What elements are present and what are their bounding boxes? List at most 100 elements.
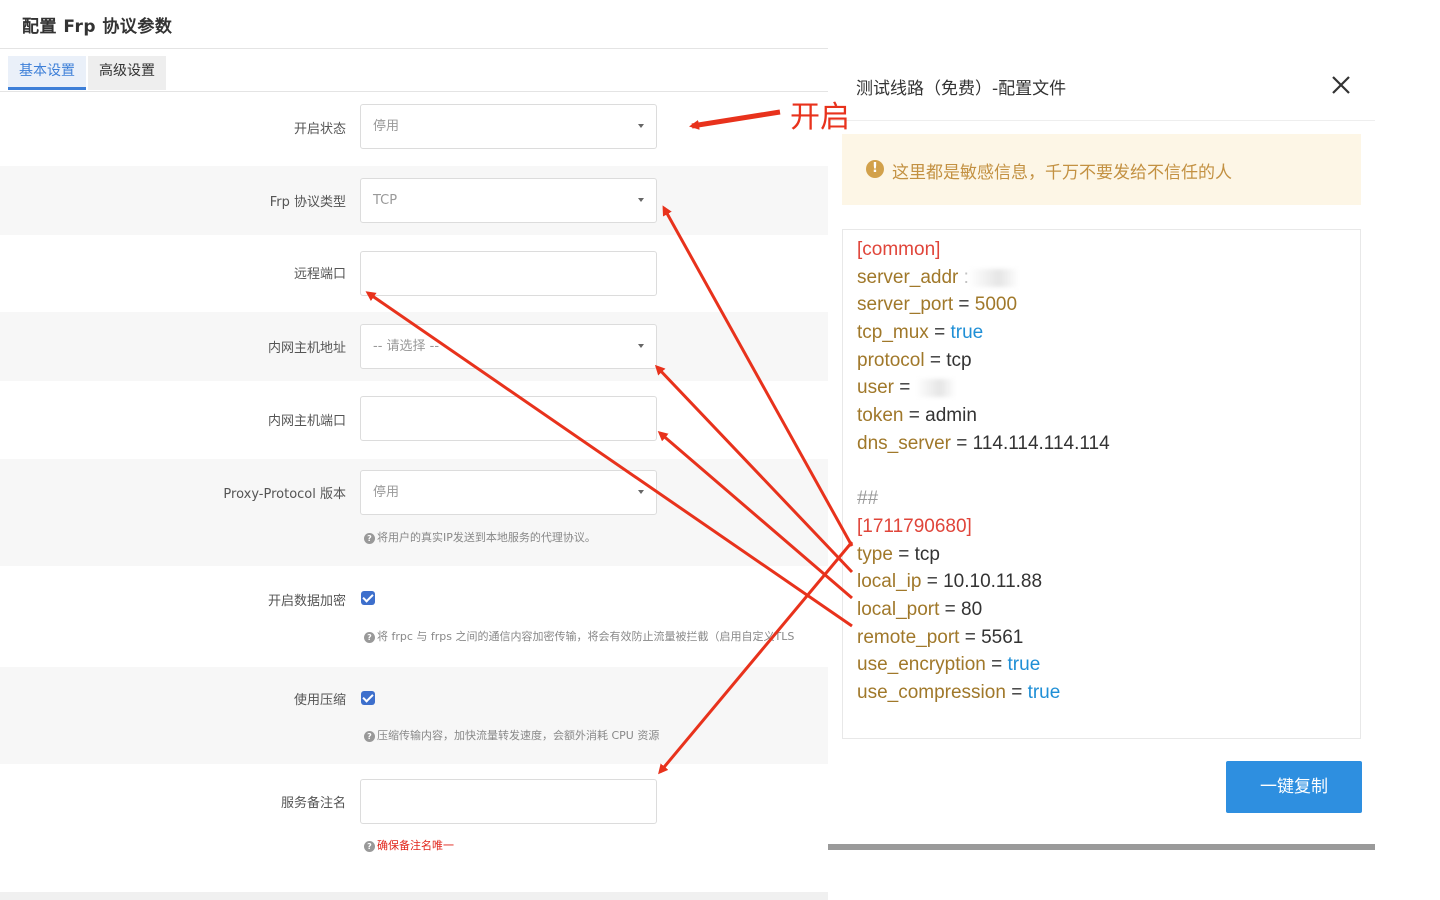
form-row-compression: 使用压缩 ? 压缩传输内容，加快流量转发速度，会额外消耗 CPU 资源	[0, 667, 828, 764]
proxy-protocol-hint: ? 将用户的真实IP发送到本地服务的代理协议。	[364, 529, 596, 545]
config-line: protocol = tcp	[857, 349, 972, 371]
form-row-local-port: 内网主机端口	[0, 381, 828, 459]
encryption-label: 开启数据加密	[267, 594, 346, 609]
config-key: tcp_mux	[857, 322, 929, 344]
config-key: token	[857, 405, 904, 427]
frp-settings-panel: 配置 Frp 协议参数 基本设置 高级设置 开启状态 停用 Frp 协议类型 T…	[0, 0, 828, 900]
question-icon: ?	[364, 841, 375, 852]
config-line: server_addr :	[857, 264, 1360, 292]
proxy-protocol-select[interactable]: 停用	[360, 470, 657, 515]
form-row-frp-type: Frp 协议类型 TCP	[0, 166, 828, 235]
tab-advanced-settings[interactable]: 高级设置	[88, 56, 166, 90]
form-row-remark: 服务备注名 ? 确保备注名唯一	[0, 764, 828, 892]
remark-hint: ? 确保备注名唯一	[364, 837, 454, 853]
config-value: admin	[925, 405, 977, 427]
compression-hint: ? 压缩传输内容，加快流量转发速度，会额外消耗 CPU 资源	[364, 727, 659, 743]
config-key: type	[857, 543, 893, 565]
config-value: true	[1007, 654, 1041, 676]
config-key: user	[857, 377, 894, 399]
local-host-select[interactable]: -- 请选择 --	[360, 324, 657, 369]
tab-basic-settings[interactable]: 基本设置	[8, 56, 86, 90]
config-line: user =	[857, 374, 1360, 402]
config-key: use_encryption	[857, 654, 986, 676]
redacted-value	[968, 268, 1019, 287]
config-value: tcp	[914, 543, 940, 565]
enable-status-select[interactable]: 停用	[360, 104, 657, 149]
config-value: 114.114.114.114	[972, 432, 1110, 454]
encryption-hint-text: 将 frpc 与 frps 之间的通信内容加密传输，将会有效防止流量被拦截（启用…	[377, 630, 795, 643]
config-section-header: [1711790680]	[857, 515, 972, 537]
annotation-label: 开启	[790, 100, 850, 135]
form-row-remote-port: 远程端口	[0, 235, 828, 312]
form-row-proxy-protocol: Proxy-Protocol 版本 停用 ? 将用户的真实IP发送到本地服务的代理…	[0, 459, 828, 566]
remark-hint-text: 确保备注名唯一	[377, 839, 454, 852]
config-key: protocol	[857, 349, 925, 371]
config-value: 5000	[974, 294, 1018, 316]
chevron-down-icon	[638, 198, 644, 202]
modal-title: 测试线路（免费）-配置文件	[856, 79, 1067, 99]
config-line: use_compression = true	[857, 682, 1061, 703]
config-section-header: [common]	[857, 239, 941, 260]
config-line: tcp_mux = true	[857, 322, 984, 344]
form-row-enable-status: 开启状态 停用	[0, 92, 828, 166]
config-code-block: [common] server_addr : server_port = 500…	[842, 229, 1361, 739]
config-value: true	[1027, 682, 1061, 703]
compression-label: 使用压缩	[293, 693, 346, 708]
frp-type-label: Frp 协议类型	[269, 195, 346, 210]
config-line: remote_port = 5561	[857, 626, 1024, 648]
config-line: token = admin	[857, 405, 977, 427]
encryption-checkbox[interactable]	[361, 591, 375, 605]
redacted-value	[915, 379, 956, 398]
config-line: dns_server = 114.114.114.114	[857, 432, 1110, 454]
remote-port-input[interactable]	[360, 251, 657, 296]
config-value: 5561	[981, 626, 1024, 648]
config-line-blank	[857, 458, 1360, 486]
compression-checkbox[interactable]	[361, 691, 375, 705]
form-row-local-host: 内网主机地址 -- 请选择 --	[0, 312, 828, 381]
config-line: ##	[857, 485, 1360, 513]
question-icon: ?	[364, 533, 375, 544]
config-file-modal: 测试线路（免费）-配置文件 ! 这里都是敏感信息，千万不要发给不信任的人 [co…	[828, 52, 1375, 850]
config-line: local_port = 80	[857, 598, 983, 620]
warning-icon: !	[866, 160, 884, 178]
config-key: server_port	[857, 294, 954, 316]
copy-config-button[interactable]: 一键复制	[1226, 761, 1362, 813]
enable-status-label: 开启状态	[293, 122, 346, 137]
close-icon[interactable]	[1328, 72, 1354, 98]
frp-type-value: TCP	[373, 193, 398, 208]
panel-bottom-border	[0, 892, 828, 900]
local-host-placeholder: -- 请选择 --	[373, 339, 440, 354]
config-value: tcp	[946, 349, 972, 371]
frp-type-select[interactable]: TCP	[360, 178, 657, 223]
local-host-label: 内网主机地址	[267, 341, 346, 356]
divider	[828, 120, 1375, 121]
config-key: local_port	[857, 598, 940, 620]
question-icon: ?	[364, 632, 375, 643]
proxy-protocol-hint-text: 将用户的真实IP发送到本地服务的代理协议。	[377, 531, 596, 544]
config-key: remote_port	[857, 626, 960, 648]
modal-bottom-border	[828, 844, 1375, 850]
local-port-input[interactable]	[360, 396, 657, 441]
remote-port-label: 远程端口	[293, 267, 346, 282]
config-value: 80	[961, 598, 983, 620]
config-value: 10.10.11.88	[943, 571, 1043, 593]
config-line: server_port = 5000	[857, 294, 1018, 316]
proxy-protocol-label: Proxy-Protocol 版本	[223, 487, 346, 502]
warning-banner: ! 这里都是敏感信息，千万不要发给不信任的人	[842, 134, 1361, 205]
chevron-down-icon	[638, 490, 644, 494]
config-line: [1711790680]	[857, 513, 1360, 541]
local-port-label: 内网主机端口	[267, 414, 346, 429]
remark-input[interactable]	[360, 779, 657, 824]
config-line: use_encryption = true	[857, 654, 1041, 676]
config-comment: ##	[857, 488, 879, 510]
question-icon: ?	[364, 731, 375, 742]
form-row-encryption: 开启数据加密 ? 将 frpc 与 frps 之间的通信内容加密传输，将会有效防止…	[0, 566, 828, 667]
remark-label: 服务备注名	[280, 796, 346, 811]
proxy-protocol-value: 停用	[373, 485, 400, 500]
config-value: true	[950, 322, 984, 344]
config-key: use_compression	[857, 682, 1006, 703]
config-line: local_ip = 10.10.11.88	[857, 571, 1043, 593]
config-key: local_ip	[857, 571, 922, 593]
config-line: type = tcp	[857, 543, 940, 565]
encryption-hint: ? 将 frpc 与 frps 之间的通信内容加密传输，将会有效防止流量被拦截（启…	[364, 628, 828, 644]
